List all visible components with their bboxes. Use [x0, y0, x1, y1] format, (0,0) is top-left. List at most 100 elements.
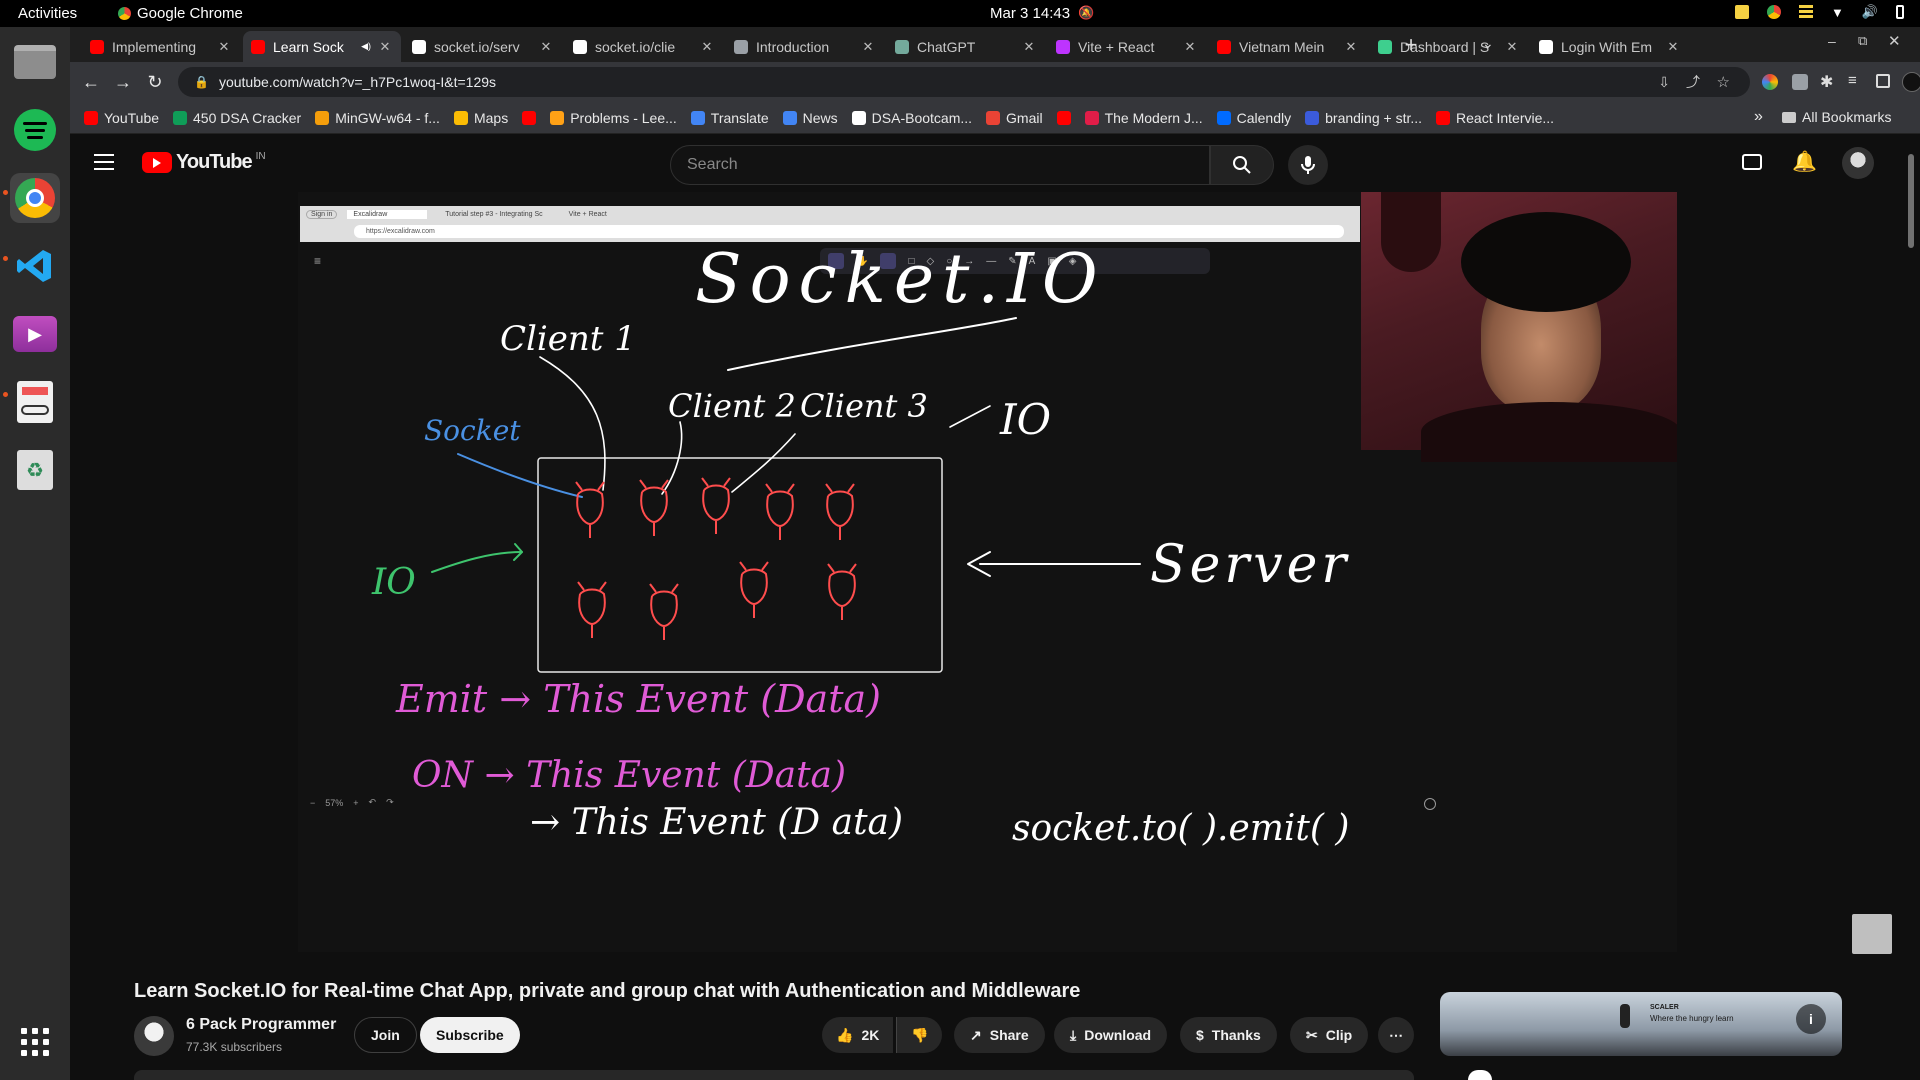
video-player[interactable]: Sign in Excalidraw Tutorial step #3 - In…: [298, 192, 1677, 952]
youtube-logo[interactable]: YouTube IN: [142, 151, 266, 174]
subscribe-button[interactable]: Subscribe: [420, 1017, 520, 1053]
show-apps-icon[interactable]: [10, 1017, 60, 1067]
notifications-bell-icon[interactable]: 🔔: [1792, 149, 1817, 174]
back-button[interactable]: ←: [78, 69, 104, 95]
voice-search-button[interactable]: [1288, 145, 1328, 185]
bookmark-star-icon[interactable]: ☆: [1717, 73, 1730, 91]
battery-icon[interactable]: [1896, 5, 1904, 19]
extension-gray-icon[interactable]: [1792, 74, 1808, 90]
sponsored-banner[interactable]: SCALER Where the hungry learn i: [1440, 992, 1842, 1056]
browser-tab[interactable]: socket.io/serv ✕: [404, 31, 562, 62]
browser-tab[interactable]: Dashboard | S ✕: [1370, 31, 1528, 62]
page-scrollbar[interactable]: [1906, 140, 1916, 1080]
bookmark-item[interactable]: Gmail: [986, 110, 1043, 126]
channel-name[interactable]: 6 Pack Programmer: [186, 1016, 336, 1034]
address-bar[interactable]: 🔒 youtube.com/watch?v=_h7Pc1woq-I&t=129s…: [178, 67, 1750, 97]
close-tab-icon[interactable]: ✕: [1182, 39, 1198, 55]
document-viewer-icon[interactable]: [10, 377, 60, 427]
trash-icon[interactable]: ♻: [10, 445, 60, 495]
close-tab-icon[interactable]: ✕: [860, 39, 876, 55]
bookmark-item[interactable]: React Intervie...: [1436, 110, 1554, 126]
channel-avatar[interactable]: [134, 1016, 174, 1056]
close-tab-icon[interactable]: ✕: [1665, 39, 1681, 55]
ad-info-icon[interactable]: i: [1796, 1004, 1826, 1034]
search-input[interactable]: Search: [670, 145, 1210, 185]
close-tab-icon[interactable]: ✕: [377, 39, 393, 55]
browser-tab[interactable]: ChatGPT ✕: [887, 31, 1045, 62]
create-video-icon[interactable]: [1742, 154, 1762, 170]
chrome-tray-icon[interactable]: [1766, 5, 1781, 19]
forward-button[interactable]: →: [110, 69, 136, 95]
thanks-button[interactable]: $ Thanks: [1180, 1017, 1277, 1053]
browser-tab[interactable]: Learn Sock ◀) ✕: [243, 31, 401, 62]
bookmark-item[interactable]: Problems - Lee...: [550, 110, 677, 126]
guide-menu-icon[interactable]: [94, 154, 114, 170]
chrome-dock-icon[interactable]: [10, 173, 60, 223]
extensions-puzzle-icon[interactable]: ✱: [1820, 72, 1833, 92]
browser-tab[interactable]: Vite + React ✕: [1048, 31, 1206, 62]
media-player-icon[interactable]: ▶: [10, 309, 60, 359]
vscode-icon[interactable]: [10, 241, 60, 291]
clock[interactable]: Mar 3 14:43 🔕: [990, 5, 1094, 22]
close-tab-icon[interactable]: ✕: [1504, 39, 1520, 55]
bookmark-item[interactable]: Maps: [453, 110, 508, 126]
bookmark-item[interactable]: DSA-Bootcam...: [851, 110, 972, 126]
bookmark-item[interactable]: MinGW-w64 - f...: [315, 110, 440, 126]
scrollbar-thumb[interactable]: [1908, 154, 1914, 248]
close-window-button[interactable]: ✕: [1888, 32, 1901, 50]
wifi-icon[interactable]: ▼: [1831, 5, 1844, 20]
tab-search-icon[interactable]: ⌄: [1482, 35, 1494, 52]
bookmark-item[interactable]: The Modern J...: [1084, 110, 1203, 126]
reload-button[interactable]: ↻: [142, 69, 168, 95]
account-avatar[interactable]: [1842, 147, 1874, 179]
bookmark-item[interactable]: News: [782, 110, 838, 126]
bookmark-item[interactable]: [522, 110, 537, 125]
share-button[interactable]: ↗ Share: [954, 1017, 1045, 1053]
join-button[interactable]: Join: [354, 1017, 417, 1053]
download-button[interactable]: ⤓ Download: [1054, 1017, 1168, 1053]
end-screen-channel-thumb[interactable]: [1852, 914, 1892, 954]
minimize-button[interactable]: –: [1828, 33, 1836, 49]
share-icon[interactable]: ⤴: [1686, 72, 1700, 92]
site-info-icon[interactable]: 🔒: [194, 75, 209, 89]
bookmark-item[interactable]: branding + str...: [1305, 110, 1422, 126]
bookmark-item[interactable]: YouTube: [84, 110, 159, 126]
search-button[interactable]: [1210, 145, 1274, 185]
install-icon[interactable]: ⇩: [1658, 74, 1670, 91]
volume-icon[interactable]: 🔊: [1862, 4, 1878, 20]
browser-tab[interactable]: Login With Em ✕: [1531, 31, 1689, 62]
system-tray[interactable]: ▼ 🔊: [1734, 4, 1904, 20]
close-tab-icon[interactable]: ✕: [216, 39, 232, 55]
app-menu[interactable]: Google Chrome: [118, 5, 243, 22]
browser-tab[interactable]: socket.io/clie ✕: [565, 31, 723, 62]
bookmarks-overflow-button[interactable]: »: [1754, 108, 1763, 126]
dislike-button[interactable]: 👎: [896, 1017, 943, 1053]
more-actions-button[interactable]: ⋯: [1378, 1017, 1414, 1053]
reading-list-icon[interactable]: ≡: [1848, 72, 1857, 89]
all-bookmarks-folder[interactable]: All Bookmarks: [1782, 109, 1891, 125]
side-panel-icon[interactable]: [1876, 74, 1890, 88]
browser-tab[interactable]: Introduction ✕: [726, 31, 884, 62]
activities-button[interactable]: Activities: [18, 5, 77, 22]
new-tab-button[interactable]: +: [1398, 33, 1424, 59]
browser-tab[interactable]: Implementing ✕: [82, 31, 240, 62]
browser-tab[interactable]: Vietnam Mein ✕: [1209, 31, 1367, 62]
bookmark-item[interactable]: [1056, 110, 1071, 125]
files-icon[interactable]: [10, 37, 60, 87]
close-tab-icon[interactable]: ✕: [699, 39, 715, 55]
notes-icon[interactable]: [1734, 5, 1749, 19]
audio-playing-icon[interactable]: ◀): [361, 41, 371, 52]
extension-color-icon[interactable]: [1762, 74, 1778, 90]
close-tab-icon[interactable]: ✕: [1343, 39, 1359, 55]
like-button[interactable]: 👍 2K: [822, 1017, 894, 1053]
close-tab-icon[interactable]: ✕: [1021, 39, 1037, 55]
bookmark-item[interactable]: 450 DSA Cracker: [173, 110, 301, 126]
bookmark-item[interactable]: Calendly: [1216, 110, 1291, 126]
restore-button[interactable]: ⧉: [1858, 33, 1867, 49]
close-tab-icon[interactable]: ✕: [538, 39, 554, 55]
menu-tray-icon[interactable]: [1798, 5, 1813, 19]
spotify-icon[interactable]: [10, 105, 60, 155]
profile-avatar-icon[interactable]: [1902, 72, 1920, 92]
bookmark-item[interactable]: Translate: [690, 110, 769, 126]
clip-button[interactable]: ✂ Clip: [1290, 1017, 1369, 1053]
